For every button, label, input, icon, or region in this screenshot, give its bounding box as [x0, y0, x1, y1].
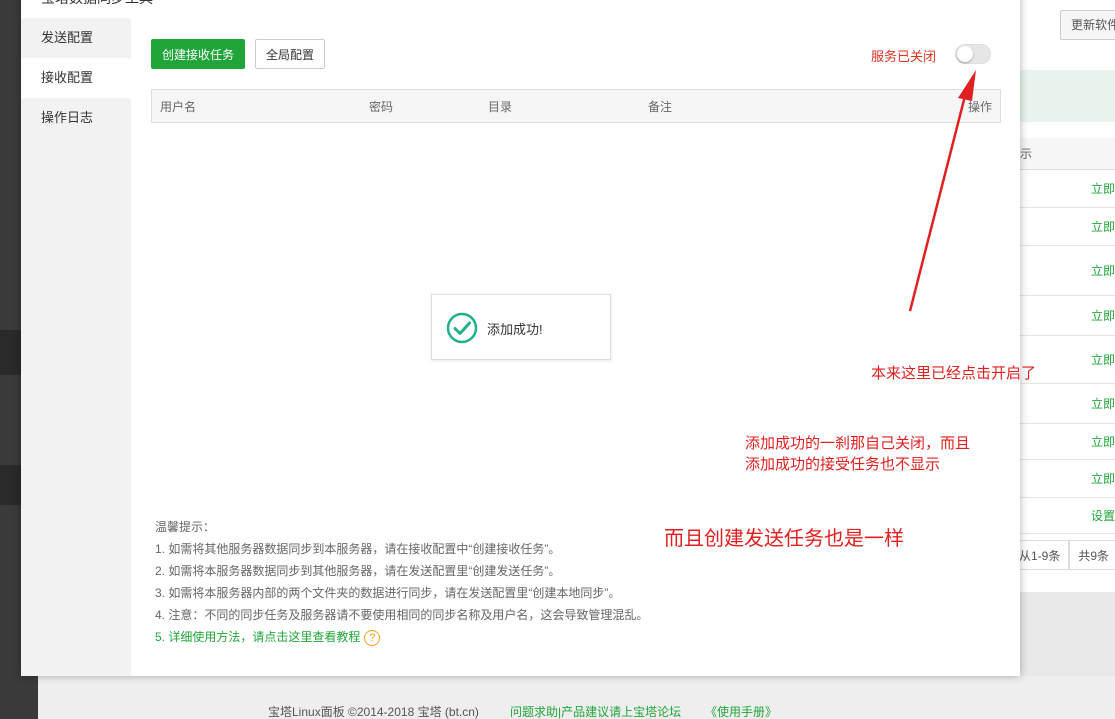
background-table-row[interactable]: 立即 [1020, 170, 1115, 208]
column-header-actions: 操作 [967, 100, 992, 114]
toast-message: 添加成功! [487, 322, 543, 337]
update-software-button[interactable]: 更新软件 [1060, 10, 1115, 40]
annotation-note-2-line-1: 添加成功的一刹那自己关闭，而且 [745, 435, 971, 452]
annotation-note-2-line-2: 添加成功的接受任务也不显示 [745, 456, 941, 473]
tip-item: 4. 注意：不同的同步任务及服务器请不要使用相同的同步名称及用户名，这会导致管理… [155, 608, 649, 622]
annotation-note-1: 本来这里已经点击开启了 [871, 365, 1037, 382]
sidebar-item-send-config[interactable]: 发送配置 [21, 18, 131, 58]
success-toast: 添加成功! [431, 294, 611, 360]
background-table-header: 示 [1020, 138, 1115, 170]
service-toggle[interactable] [955, 44, 991, 64]
background-table-row[interactable]: 立即 [1020, 384, 1115, 424]
column-header-username: 用户名 [160, 100, 197, 114]
tip-item-link-row: 5. 详细使用方法，请点击这里查看教程? [155, 626, 648, 648]
service-status-label: 服务已关闭 [871, 49, 937, 64]
column-header-directory: 目录 [488, 100, 513, 114]
background-lower-area [1020, 592, 1115, 676]
background-table-row[interactable]: 立即 [1020, 296, 1115, 336]
dialog-sidebar: 发送配置 接收配置 操作日志 [21, 18, 131, 676]
annotation-note-3: 而且创建发送任务也是一样 [664, 528, 904, 550]
help-icon[interactable]: ? [364, 629, 381, 646]
sync-tool-dialog: 宝塔数据同步工具 发送配置 接收配置 操作日志 创建接收任务 全局配置 服务已关… [21, 0, 1020, 676]
pager-total: 共9条 [1069, 540, 1115, 570]
tip-item: 3. 如需将本服务器内部的两个文件夹的数据进行同步，请在发送配置里“创建本地同步… [155, 586, 621, 600]
toggle-knob [957, 46, 973, 62]
background-pager: 从1-9条 共9条 [1010, 540, 1115, 574]
tip-item: 1. 如需将其他服务器数据同步到本服务器，请在接收配置中“创建接收任务”。 [155, 542, 561, 556]
table-header: 用户名 密码 目录 备注 操作 [151, 89, 1001, 123]
tutorial-link[interactable]: 详细使用方法，请点击这里查看教程 [168, 630, 360, 644]
background-table-row[interactable]: 立即 [1020, 208, 1115, 246]
create-receive-task-button[interactable]: 创建接收任务 [151, 39, 246, 69]
column-header-remark: 备注 [648, 100, 673, 114]
dialog-title: 宝塔数据同步工具 [41, 0, 153, 8]
background-table-row[interactable]: 设置 [1020, 498, 1115, 534]
tips-title: 温馨提示： [155, 520, 216, 534]
background-table-row[interactable]: 立即 [1020, 246, 1115, 296]
footer-copyright: 宝塔Linux面板 ©2014-2018 宝塔 (bt.cn) [268, 705, 479, 719]
dialog-content: 创建接收任务 全局配置 服务已关闭 用户名 密码 目录 备注 操作 添加成功! … [131, 18, 1020, 676]
sidebar-item-receive-config[interactable]: 接收配置 [21, 58, 131, 98]
background-table-row[interactable]: 立即 [1020, 460, 1115, 498]
global-config-button[interactable]: 全局配置 [255, 39, 326, 69]
background-table-row[interactable]: 立即 [1020, 424, 1115, 460]
tips-panel: 温馨提示： 1. 如需将其他服务器数据同步到本服务器，请在接收配置中“创建接收任… [155, 516, 648, 648]
success-check-icon [446, 312, 478, 344]
sidebar-item-operation-log[interactable]: 操作日志 [21, 98, 131, 138]
background-header-fragment: 示 [1020, 147, 1033, 161]
tip-item: 2. 如需将本服务器数据同步到其他服务器，请在发送配置里“创建发送任务”。 [155, 564, 561, 578]
receive-task-table: 用户名 密码 目录 备注 操作 [151, 89, 1001, 123]
column-header-password: 密码 [369, 100, 394, 114]
footer-forum-link[interactable]: 问题求助|产品建议请上宝塔论坛 [510, 703, 681, 719]
tip-link-prefix: 5. [155, 630, 169, 644]
footer-manual-link[interactable]: 《使用手册》 [705, 703, 777, 719]
background-notice-band [1020, 70, 1115, 122]
